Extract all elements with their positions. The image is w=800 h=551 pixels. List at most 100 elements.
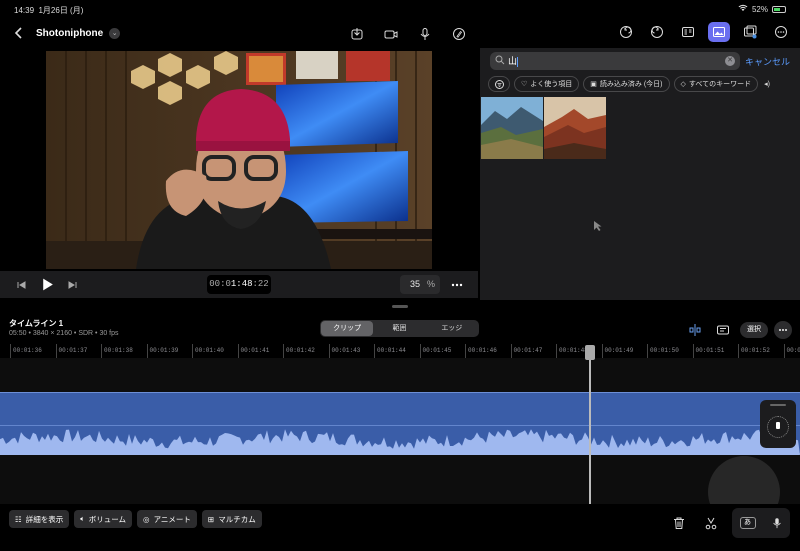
red-mountain-image	[544, 97, 606, 159]
filter-chip-favorites[interactable]: ♡ よく使う項目	[514, 76, 580, 92]
timeline-header: タイムライン 1 05:50 • 3840 × 2160 • SDR • 30 …	[0, 312, 800, 342]
status-bar: 14:39 1月26日 (月) 52%	[0, 0, 800, 18]
mode-edge[interactable]: エッジ	[426, 321, 478, 336]
playhead-handle[interactable]	[585, 345, 595, 360]
photo-thumbnail[interactable]	[481, 97, 543, 159]
import-icon: ▣	[590, 81, 597, 88]
zoom-field[interactable]: 35%	[400, 275, 440, 294]
ruler-tick-label: 00:01:47	[510, 344, 542, 358]
microphone-icon[interactable]	[414, 24, 436, 44]
photos-browser-icon[interactable]	[708, 22, 730, 42]
dial-grabber	[770, 404, 786, 406]
heart-icon: ♡	[521, 81, 528, 88]
clip-action-buttons: ☷ 詳細を表示 🔈︎ ボリューム ◎ アニメート ⊞ マルチカム	[9, 510, 262, 528]
edit-actions: あ	[668, 508, 790, 538]
ruler-tick-label: 00:01:49	[601, 344, 633, 358]
ruler-tick-label: 00:01:37	[55, 344, 87, 358]
volume-button[interactable]: 🔈︎ ボリューム	[74, 510, 133, 528]
play-icon[interactable]	[36, 274, 58, 294]
animate-label: アニメート	[153, 514, 191, 524]
scroll-right-icon[interactable]: ◂)	[762, 76, 772, 92]
ruler-tick-label: 00:01:51	[692, 344, 724, 358]
clock-time: 14:39	[14, 6, 35, 15]
viewer-panel: 00:01:48:22 35%	[0, 48, 478, 300]
multicam-icon: ⊞	[207, 514, 215, 524]
filter-options-icon[interactable]	[488, 76, 510, 92]
pencil-circle-icon[interactable]	[448, 24, 470, 44]
status-time: 14:39 1月26日 (月)	[14, 5, 83, 16]
project-menu-chevron-icon[interactable]: ⌄	[109, 27, 121, 39]
timecode-main: 1:48	[230, 279, 253, 289]
panel-resize-handle[interactable]	[392, 305, 408, 308]
project-nav: Shotoniphone ⌄	[8, 23, 121, 43]
cancel-button[interactable]: キャンセル	[745, 55, 790, 68]
ruler-tick-label: 00:01:50	[647, 344, 679, 358]
bottom-toolbar: ☷ 詳細を表示 🔈︎ ボリューム ◎ アニメート ⊞ マルチカム あ	[0, 504, 800, 551]
zoom-value: 35	[410, 279, 421, 289]
media-add-icon[interactable]	[739, 22, 761, 42]
clear-search-icon[interactable]: ✕	[725, 56, 735, 66]
snapping-icon[interactable]	[684, 320, 706, 340]
ruler-tick-label: 00:01:45	[419, 344, 451, 358]
timeline-ruler[interactable]: 00:01:36 00:01:37 00:01:38 00:01:39 00:01:40…	[0, 344, 800, 358]
speaker-icon: 🔈︎	[80, 514, 85, 523]
video-frame-image	[46, 51, 432, 269]
photo-thumbnail[interactable]	[544, 97, 606, 159]
ruler-tick-label: 00:01:36	[10, 344, 42, 358]
select-button[interactable]: 選択	[740, 322, 768, 338]
timeline-more-icon[interactable]	[774, 321, 792, 339]
dial-knob-icon[interactable]	[767, 416, 789, 438]
wifi-icon	[738, 4, 748, 14]
filter-chip-all-keywords[interactable]: ◇ すべてのキーワード	[673, 76, 759, 92]
playback-bar: 00:01:48:22 35%	[0, 271, 478, 298]
timeline-title: タイムライン 1	[9, 319, 64, 328]
filter-chip-imported-today[interactable]: ▣ 読み込み済み (今日)	[583, 76, 670, 92]
status-right: 52%	[738, 4, 786, 14]
volume-line[interactable]	[0, 425, 800, 426]
video-clip[interactable]	[0, 392, 800, 455]
import-icon[interactable]	[346, 24, 368, 44]
volume-dial[interactable]	[760, 400, 796, 448]
browser-tools	[615, 22, 792, 42]
filter-chips: ♡ よく使う項目 ▣ 読み込み済み (今日) ◇ すべてのキーワード ◂)	[488, 76, 772, 92]
redo-icon[interactable]	[646, 22, 668, 42]
camera-icon[interactable]	[380, 24, 402, 44]
project-title[interactable]: Shotoniphone	[36, 28, 103, 39]
dictation-microphone-icon[interactable]	[771, 513, 783, 533]
mode-clip[interactable]: クリップ	[321, 321, 374, 336]
timecode-frames: :22	[252, 279, 269, 289]
clip-appearance-icon[interactable]	[712, 320, 734, 340]
ruler-tick-label: 00:01:48	[556, 344, 588, 358]
battery-fill	[774, 7, 780, 11]
inspector-icon[interactable]	[677, 22, 699, 42]
tag-icon: ◇	[680, 81, 686, 88]
viewer-more-icon[interactable]	[446, 275, 468, 295]
top-toolbar: Shotoniphone ⌄	[0, 18, 800, 48]
zoom-unit: %	[426, 279, 435, 289]
animate-icon: ◎	[143, 514, 150, 524]
video-preview[interactable]	[46, 51, 432, 269]
ruler-tick-label: 00:01:46	[465, 344, 497, 358]
back-chevron-icon[interactable]	[8, 23, 30, 43]
photo-grid	[481, 97, 606, 159]
show-details-button[interactable]: ☷ 詳細を表示	[9, 510, 70, 528]
timecode-display[interactable]: 00:01:48:22	[207, 275, 271, 294]
more-circle-icon[interactable]	[770, 22, 792, 42]
ruler-tick-label: 00:01:38	[101, 344, 133, 358]
undo-icon[interactable]	[615, 22, 637, 42]
timeline-meta: 05:50 • 3840 × 2160 • SDR • 30 fps	[9, 330, 119, 337]
pointer-cursor-icon	[594, 221, 602, 231]
skip-back-icon[interactable]	[10, 275, 32, 295]
skip-forward-icon[interactable]	[62, 275, 84, 295]
multicam-button[interactable]: ⊞ マルチカム	[201, 510, 262, 528]
timeline-track-area[interactable]	[0, 358, 800, 504]
edit-mode-segmented: クリップ 範囲 エッジ	[320, 320, 479, 337]
playhead[interactable]	[589, 346, 591, 504]
search-field[interactable]: 山 ✕	[490, 52, 740, 70]
keyboard-toggle-icon[interactable]: あ	[739, 517, 756, 529]
photos-browser: 山 ✕ キャンセル ♡ よく使う項目 ▣ 読み込み済み (今日) ◇ すべてのキーワー…	[480, 48, 800, 300]
animate-button[interactable]: ◎ アニメート	[137, 510, 197, 528]
trash-icon[interactable]	[668, 513, 690, 533]
split-clip-icon[interactable]	[700, 513, 722, 533]
mode-range[interactable]: 範囲	[373, 321, 425, 336]
